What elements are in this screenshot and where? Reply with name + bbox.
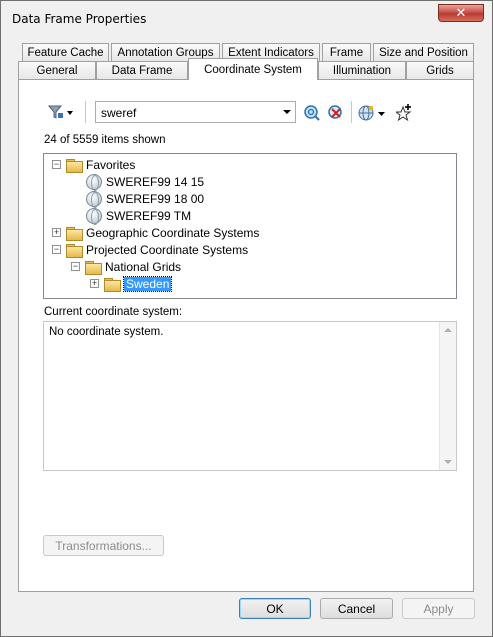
window-title: Data Frame Properties [12,12,147,26]
tab-size-and-position[interactable]: Size and Position [373,43,474,62]
tab-general[interactable]: General [18,61,96,80]
current-cs-value: No coordinate system. [49,326,164,338]
tree-node-geographic[interactable]: + Geographic Coordinate Systems [52,224,259,241]
current-cs-textbox[interactable]: No coordinate system. [43,321,457,471]
tab-grids[interactable]: Grids [406,61,474,80]
apply-button[interactable]: Apply [402,598,475,619]
tab-data-frame[interactable]: Data Frame [96,61,188,80]
tab-illumination[interactable]: Illumination [318,61,406,80]
tree-item-sweref99-14-15[interactable]: SWEREF99 14 15 [86,173,204,191]
search-icon[interactable] [304,105,320,124]
globe-icon[interactable] [358,105,388,124]
tree-node-national-grids[interactable]: − National Grids [71,258,181,275]
globe-icon [86,190,102,208]
filter-icon[interactable] [47,104,74,123]
title-bar: Data Frame Properties ✕ [1,1,492,35]
expand-icon[interactable]: + [52,228,61,237]
tree-node-sweden[interactable]: + Sweden [90,275,173,292]
expand-icon[interactable]: + [90,279,99,288]
tree-item-sweref99-18-00[interactable]: SWEREF99 18 00 [86,190,204,208]
scroll-up-icon[interactable] [444,328,452,332]
globe-icon [86,173,102,191]
collapse-icon[interactable]: − [52,245,61,254]
folder-icon [104,277,121,292]
open-folder-icon [66,243,83,258]
globe-icon [86,207,102,225]
close-button[interactable]: ✕ [438,4,484,22]
collapse-icon[interactable]: − [71,262,80,271]
cancel-button[interactable]: Cancel [320,598,393,619]
add-favorite-icon[interactable] [394,104,412,124]
items-shown-label: 24 of 5559 items shown [44,134,166,146]
folder-icon [66,226,83,241]
current-cs-label: Current coordinate system: [44,306,183,318]
tree-node-projected[interactable]: − Projected Coordinate Systems [52,241,248,258]
favorites-folder-icon [66,158,83,173]
search-combo[interactable]: sweref [95,101,296,123]
toolbar-separator-2 [351,101,352,123]
tab-feature-cache[interactable]: Feature Cache [22,43,109,62]
tab-coordinate-system[interactable]: Coordinate System [188,58,318,80]
ok-button[interactable]: OK [239,598,311,619]
open-folder-icon [85,260,102,275]
clear-search-icon[interactable] [328,105,344,124]
tree-node-favorites[interactable]: − Favorites [52,156,135,173]
tab-frame[interactable]: Frame [322,43,371,62]
search-input[interactable]: sweref [101,106,136,120]
toolbar-separator [85,101,86,123]
chevron-down-icon[interactable] [283,110,291,114]
scroll-down-icon[interactable] [444,460,452,464]
transformations-button[interactable]: Transformations... [43,535,164,556]
tree-item-sweref99-tm[interactable]: SWEREF99 TM [86,207,191,225]
vertical-scrollbar[interactable] [439,322,456,470]
coordinate-system-tree[interactable]: − Favorites SWEREF99 14 15 SWEREF99 18 0… [43,153,457,299]
close-icon: ✕ [455,5,467,21]
collapse-icon[interactable]: − [52,160,61,169]
